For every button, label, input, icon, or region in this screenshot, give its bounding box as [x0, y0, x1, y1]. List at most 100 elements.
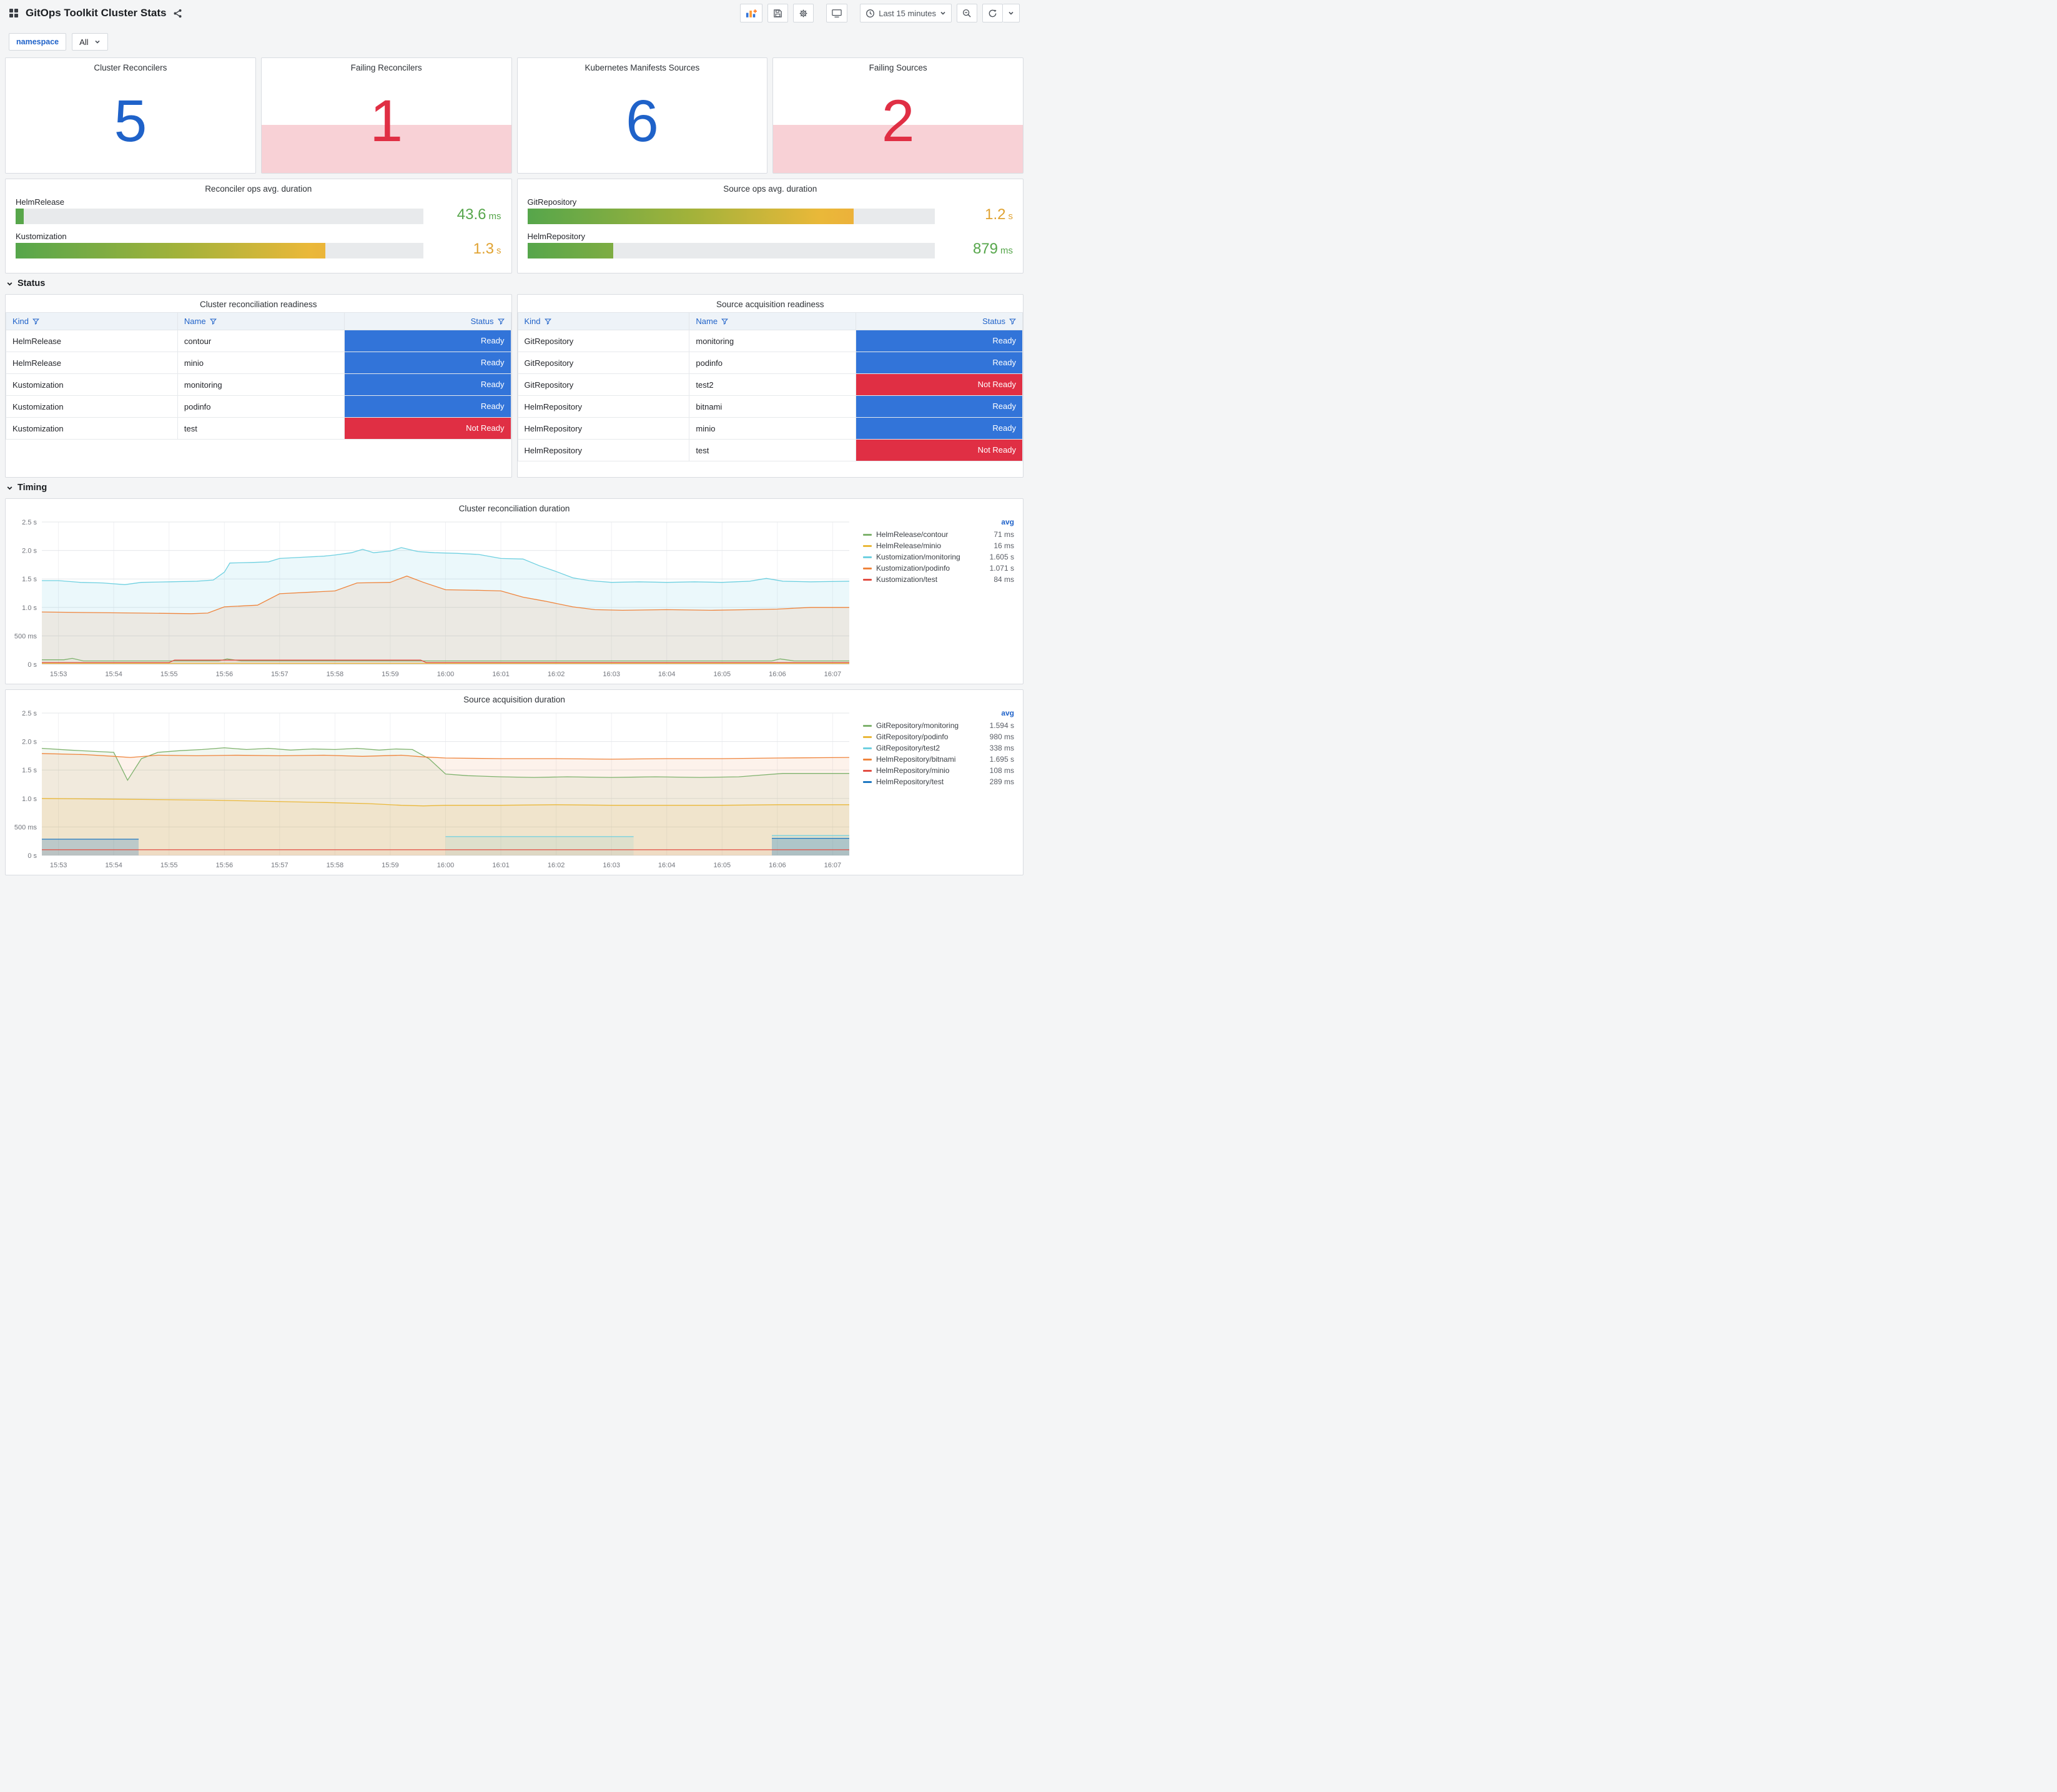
- column-header-name[interactable]: Name: [689, 312, 857, 330]
- legend-item[interactable]: HelmRepository/bitnami 1.695 s: [863, 754, 1014, 765]
- column-header-status[interactable]: Status: [856, 312, 1023, 330]
- apps-icon[interactable]: [9, 8, 19, 18]
- legend-item[interactable]: HelmRelease/minio 16 ms: [863, 540, 1014, 551]
- svg-text:15:55: 15:55: [160, 671, 178, 678]
- panel-title: Cluster reconciliation readiness: [199, 300, 317, 309]
- series-name[interactable]: HelmRepository/minio: [876, 766, 985, 775]
- dashboard-title: GitOps Toolkit Cluster Stats: [26, 7, 167, 19]
- share-icon[interactable]: [173, 9, 182, 18]
- tv-mode-button[interactable]: [826, 4, 848, 22]
- variable-label-namespace[interactable]: namespace: [9, 33, 67, 51]
- dashboard-grid: Cluster Reconcilers 5 Failing Reconcilers 1…: [0, 52, 1028, 888]
- series-name[interactable]: Kustomization/test: [876, 575, 989, 584]
- gauge-value: 879 ms: [972, 240, 1013, 257]
- legend-item[interactable]: GitRepository/test2 338 ms: [863, 742, 1014, 754]
- timeseries-plot[interactable]: 15:53 15:54 15:55 15:56 15:57 15:58 15:59 16:00…: [6, 706, 859, 872]
- svg-text:16:07: 16:07: [824, 862, 842, 869]
- cell-status: Not Ready: [343, 417, 511, 440]
- filter-icon[interactable]: [209, 318, 217, 325]
- series-color-swatch: [863, 544, 872, 547]
- refresh-button[interactable]: [982, 4, 1003, 22]
- legend-item[interactable]: HelmRelease/contour 71 ms: [863, 529, 1014, 540]
- series-color-swatch: [863, 769, 872, 772]
- chart-panel: Cluster reconciliation duration 15:53 15:5…: [5, 498, 1024, 684]
- filter-icon[interactable]: [721, 318, 729, 325]
- variables-row: namespace All: [0, 26, 1028, 52]
- gauge-bar: [16, 209, 24, 224]
- section-timing[interactable]: Timing: [6, 483, 1022, 493]
- series-name[interactable]: GitRepository/monitoring: [876, 721, 985, 730]
- filter-icon[interactable]: [32, 318, 39, 325]
- stats-row: Cluster Reconcilers 5 Failing Reconcilers 1…: [5, 57, 1024, 174]
- svg-text:15:59: 15:59: [382, 671, 399, 678]
- tv-icon: [832, 9, 842, 17]
- legend-avg-header[interactable]: avg: [863, 708, 1014, 720]
- cell-kind: GitRepository: [517, 373, 690, 396]
- readiness-table: Kind Name Status HelmRelease contour Ready Hel…: [6, 312, 511, 440]
- series-name[interactable]: Kustomization/monitoring: [876, 553, 985, 561]
- filter-icon[interactable]: [497, 318, 505, 325]
- series-avg-value: 980 ms: [989, 732, 1014, 741]
- column-header-kind[interactable]: Kind: [517, 312, 690, 330]
- tables-row: Cluster reconciliation readiness Kind Name…: [5, 294, 1024, 478]
- gauges-row: Reconciler ops avg. duration HelmRelease 4…: [5, 179, 1024, 273]
- legend-item[interactable]: HelmRepository/test 289 ms: [863, 776, 1014, 787]
- legend-item[interactable]: HelmRepository/minio 108 ms: [863, 765, 1014, 776]
- variable-value-namespace[interactable]: All: [72, 33, 108, 51]
- svg-text:16:03: 16:03: [603, 862, 620, 869]
- refresh-interval-dropdown[interactable]: [1003, 4, 1020, 22]
- series-avg-value: 1.071 s: [989, 564, 1014, 573]
- gauge-bar: [16, 243, 325, 258]
- series-color-swatch: [863, 736, 872, 738]
- filter-icon[interactable]: [1009, 318, 1016, 325]
- time-picker-button[interactable]: Last 15 minutes: [860, 4, 952, 22]
- stat-value: 6: [625, 88, 659, 154]
- settings-button[interactable]: [793, 4, 814, 22]
- cell-status: Ready: [343, 395, 511, 418]
- gauge-value: 1.2 s: [985, 206, 1013, 223]
- series-name[interactable]: GitRepository/podinfo: [876, 732, 985, 741]
- gauge-track: [527, 243, 935, 258]
- svg-text:15:53: 15:53: [50, 671, 67, 678]
- svg-text:16:05: 16:05: [714, 671, 731, 678]
- legend-item[interactable]: Kustomization/monitoring 1.605 s: [863, 551, 1014, 563]
- status-badge: Not Ready: [856, 440, 1022, 461]
- add-panel-button[interactable]: [740, 4, 763, 22]
- column-header-name[interactable]: Name: [177, 312, 345, 330]
- svg-text:16:03: 16:03: [603, 671, 620, 678]
- status-badge: Ready: [344, 330, 511, 352]
- save-button[interactable]: [767, 4, 789, 22]
- legend-item[interactable]: GitRepository/podinfo 980 ms: [863, 731, 1014, 742]
- series-name[interactable]: HelmRepository/test: [876, 777, 985, 786]
- legend-item[interactable]: Kustomization/test 84 ms: [863, 574, 1014, 585]
- section-status[interactable]: Status: [6, 278, 1022, 288]
- series-name[interactable]: GitRepository/test2: [876, 744, 985, 752]
- zoom-out-button[interactable]: [957, 4, 977, 22]
- series-name[interactable]: HelmRelease/minio: [876, 541, 989, 550]
- svg-text:15:56: 15:56: [216, 862, 234, 869]
- chevron-down-icon: [94, 40, 100, 44]
- stat-panel: Failing Reconcilers 1: [260, 57, 512, 174]
- series-name[interactable]: HelmRepository/bitnami: [876, 755, 985, 764]
- bar-gauge-panel: Source ops avg. duration GitRepository 1.2…: [516, 179, 1024, 273]
- table-row: HelmRelease minio Ready: [6, 352, 511, 374]
- filter-icon[interactable]: [544, 318, 551, 325]
- svg-text:16:00: 16:00: [437, 671, 455, 678]
- legend-item[interactable]: GitRepository/monitoring 1.594 s: [863, 720, 1014, 731]
- add-panel-icon: [746, 9, 757, 17]
- column-header-status[interactable]: Status: [343, 312, 511, 330]
- svg-text:16:04: 16:04: [658, 671, 676, 678]
- series-name[interactable]: HelmRelease/contour: [876, 530, 989, 539]
- cell-status: Ready: [343, 352, 511, 374]
- legend-avg-header[interactable]: avg: [863, 517, 1014, 529]
- series-color-swatch: [863, 567, 872, 569]
- section-label: Timing: [17, 483, 47, 493]
- gauge-bar: [527, 209, 854, 224]
- timeseries-plot[interactable]: 15:53 15:54 15:55 15:56 15:57 15:58 15:59 16:00…: [6, 514, 859, 681]
- legend-item[interactable]: Kustomization/podinfo 1.071 s: [863, 563, 1014, 574]
- svg-text:1.5 s: 1.5 s: [22, 767, 37, 774]
- gauge-unit: ms: [1000, 245, 1013, 256]
- status-badge: Not Ready: [344, 418, 511, 439]
- series-name[interactable]: Kustomization/podinfo: [876, 564, 985, 573]
- column-header-kind[interactable]: Kind: [6, 312, 178, 330]
